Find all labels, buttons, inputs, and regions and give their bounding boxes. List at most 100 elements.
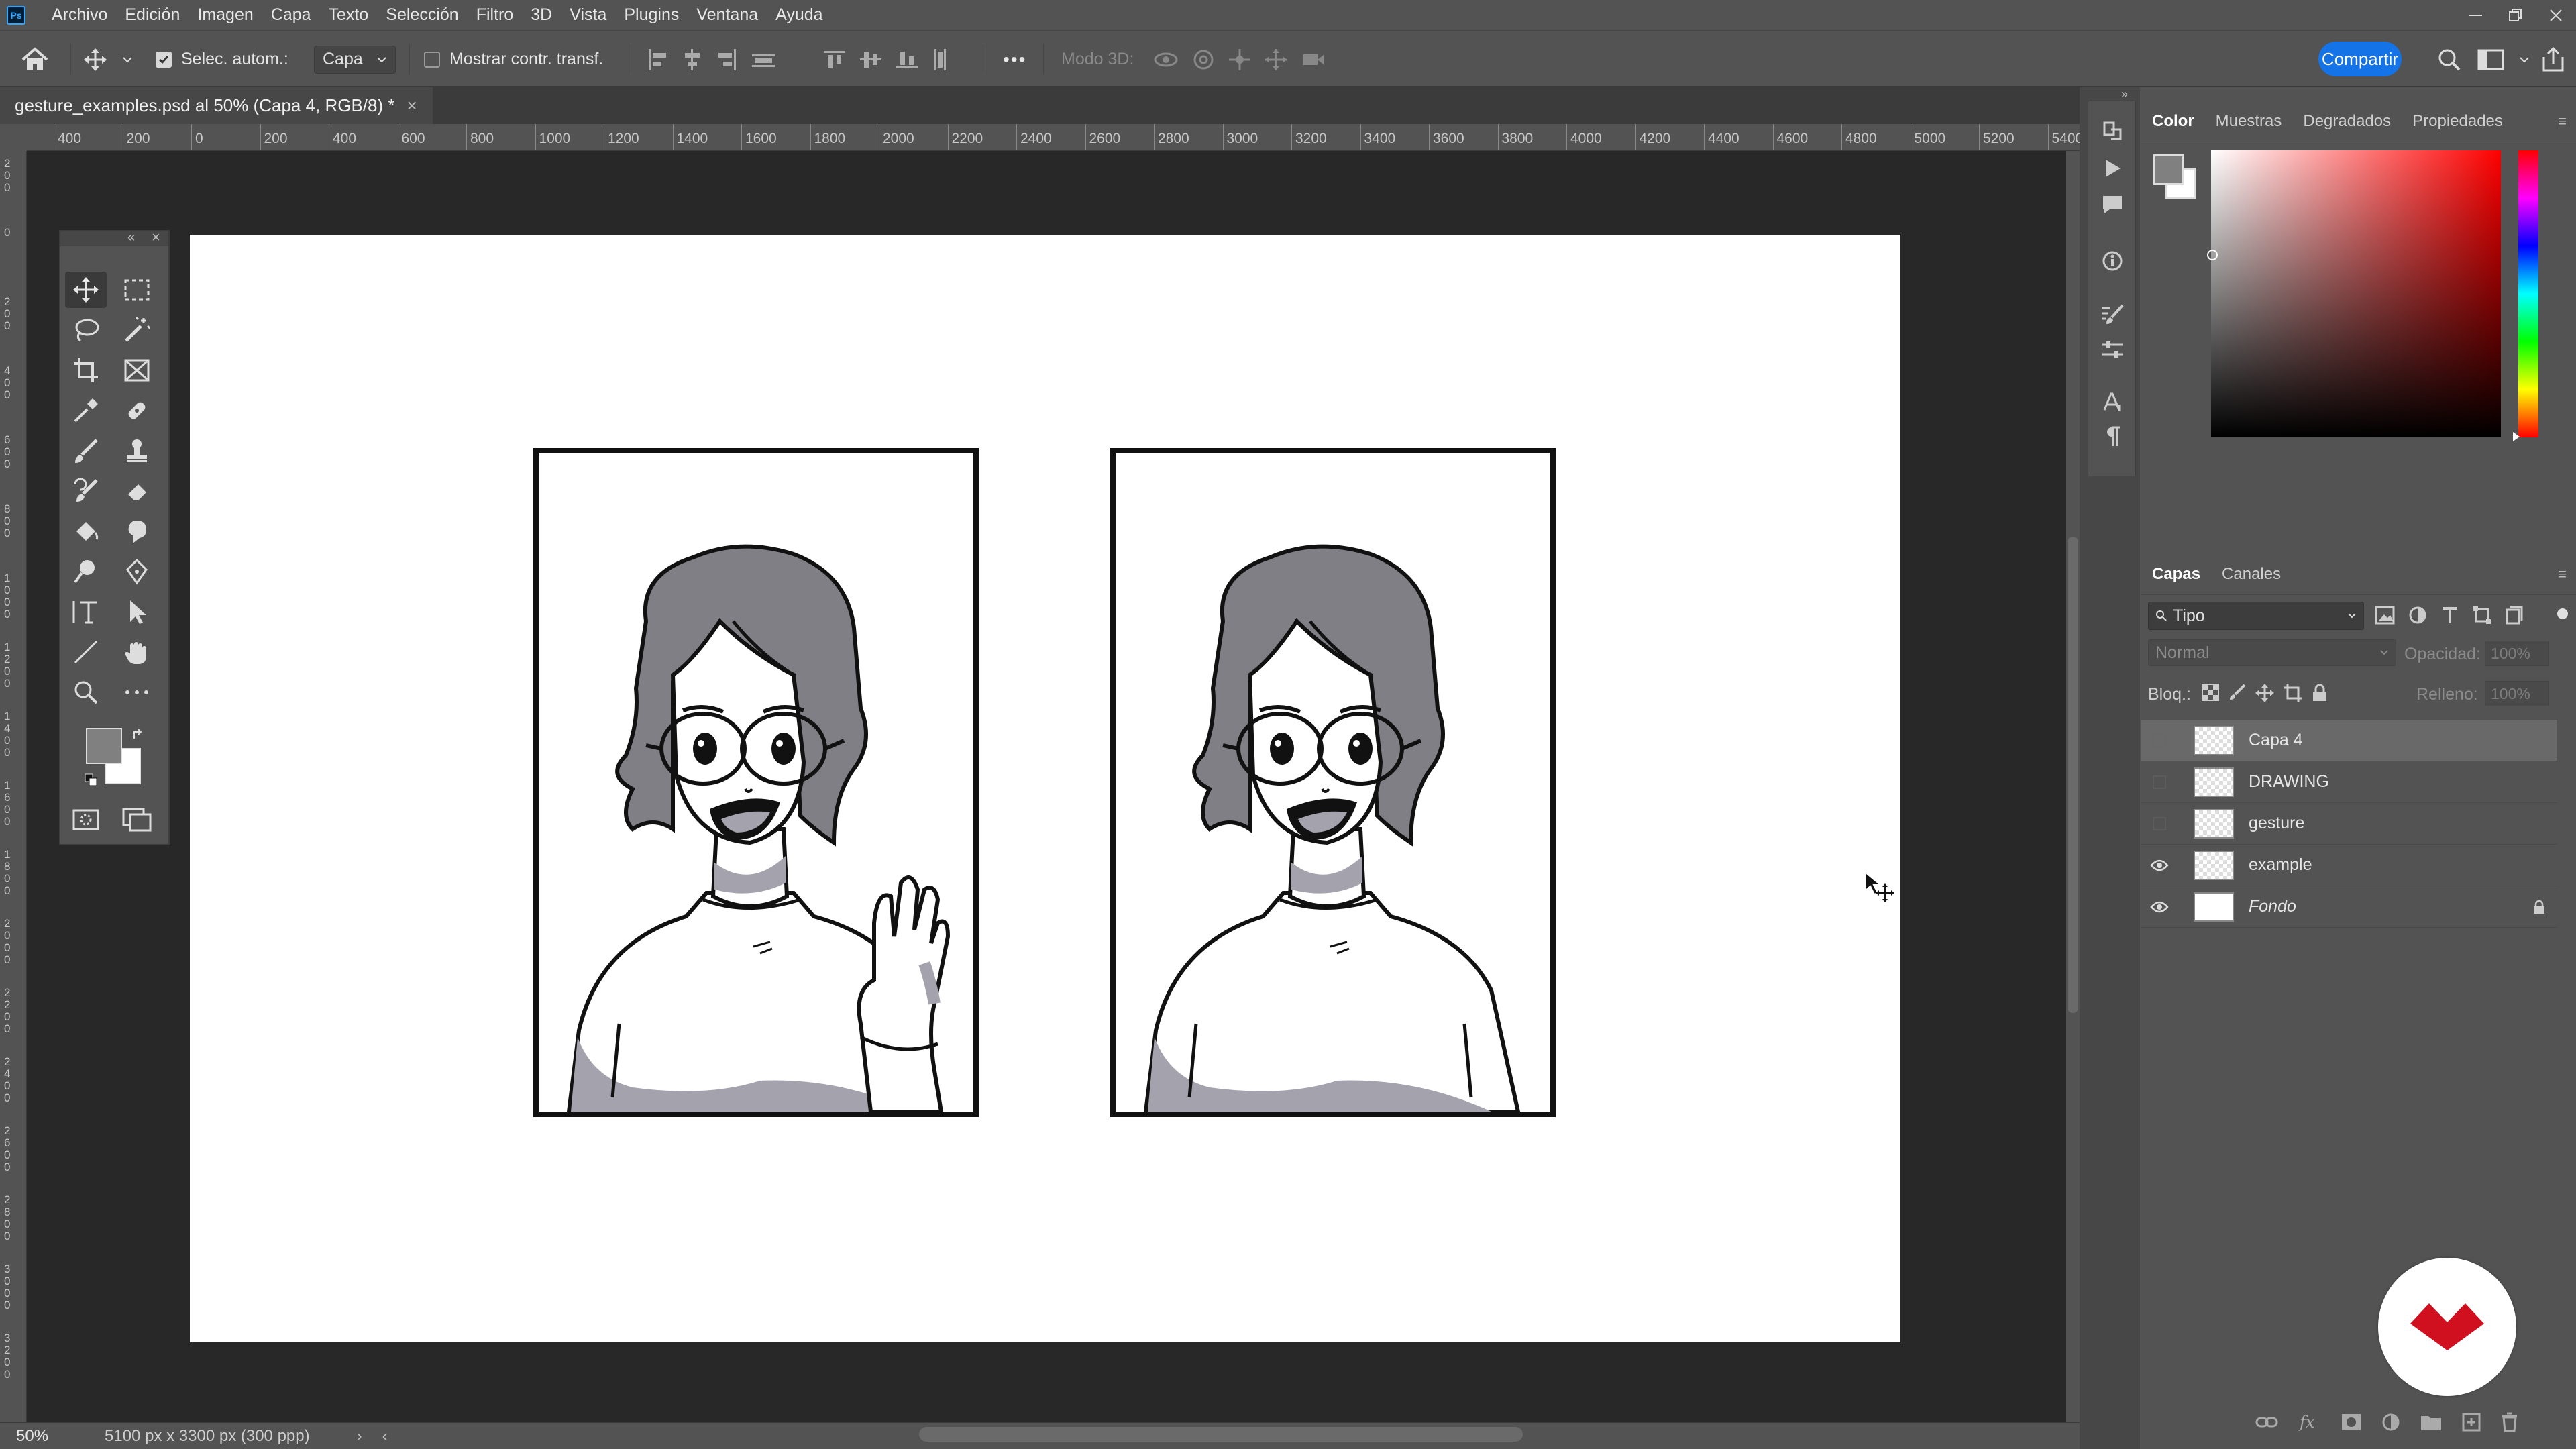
frame-tool-icon[interactable] — [116, 352, 158, 388]
clone-stamp-tool-icon[interactable] — [116, 433, 158, 469]
eye-hidden-icon[interactable] — [2141, 720, 2178, 761]
vertical-ruler[interactable]: 200 0 200 400 600 800 1000 1200 1400 1600 1800 2000… — [0, 151, 27, 1422]
dodge-tool-icon[interactable] — [65, 553, 107, 590]
path-selection-tool-icon[interactable] — [116, 594, 158, 630]
filter-pixel-icon[interactable] — [2375, 606, 2395, 625]
color-panel-tab[interactable]: Muestras — [2205, 112, 2293, 131]
healing-brush-tool-icon[interactable] — [116, 392, 158, 429]
screen-mode-icon[interactable] — [116, 802, 158, 838]
filter-smart-object-icon[interactable] — [2505, 606, 2524, 625]
align-middle-icon[interactable] — [860, 50, 881, 70]
color-panel-menu-icon[interactable]: ≡ — [2558, 113, 2567, 130]
color-panel-tab[interactable]: Propiedades — [2402, 112, 2514, 131]
hue-slider[interactable] — [2513, 150, 2538, 441]
align-center-h-icon[interactable] — [682, 48, 702, 70]
type-tool-icon[interactable] — [65, 594, 107, 630]
close-tab-button[interactable]: × — [407, 95, 417, 116]
align-top-icon[interactable] — [824, 50, 845, 70]
layer-row[interactable]: gesture — [2141, 803, 2557, 845]
brush-settings-icon[interactable] — [2100, 303, 2125, 327]
foreground-color-swatch-top[interactable] — [86, 728, 122, 764]
lock-artboard-icon[interactable] — [2284, 684, 2302, 702]
scroll-left-icon[interactable]: ‹ — [382, 1427, 388, 1446]
layers-panel-tab[interactable]: Canales — [2211, 565, 2292, 584]
eye-visible-icon[interactable] — [2141, 886, 2178, 928]
tools-panel-header[interactable]: « × — [60, 229, 168, 246]
close-icon[interactable] — [2536, 0, 2576, 30]
minimize-icon[interactable] — [2455, 0, 2496, 30]
filter-type-icon[interactable] — [2440, 606, 2459, 625]
menu-item[interactable]: Edición — [116, 5, 189, 25]
zoom-tool-icon[interactable] — [65, 674, 107, 710]
paint-bucket-tool-icon[interactable] — [65, 513, 107, 549]
align-left-icon[interactable] — [647, 48, 667, 70]
status-expand-icon[interactable]: › — [357, 1427, 362, 1446]
pan-3d-icon[interactable] — [1228, 48, 1252, 72]
layer-row[interactable]: DRAWING — [2141, 761, 2557, 803]
roll-3d-icon[interactable] — [1191, 48, 1216, 72]
move-tool-icon[interactable] — [65, 272, 107, 308]
character-panel-icon[interactable] — [2100, 390, 2125, 414]
smudge-tool-icon[interactable] — [116, 513, 158, 549]
comments-icon[interactable] — [2100, 193, 2125, 217]
show-transform-checkbox[interactable]: Mostrar contr. transf. — [424, 31, 603, 88]
actions-play-icon[interactable] — [2100, 156, 2125, 180]
fill-input[interactable]: 100% — [2485, 681, 2549, 706]
layer-lock-icon[interactable] — [2533, 900, 2545, 914]
new-adjustment-layer-icon[interactable] — [2381, 1413, 2400, 1432]
lasso-tool-icon[interactable] — [65, 312, 107, 348]
new-group-icon[interactable] — [2420, 1413, 2442, 1431]
eye-visible-icon[interactable] — [2141, 845, 2178, 886]
slide-3d-icon[interactable] — [1264, 48, 1288, 72]
menu-item[interactable]: Filtro — [468, 5, 523, 25]
more-options-button[interactable]: ••• — [1003, 31, 1026, 88]
horizontal-ruler[interactable]: 400 200 0 200 400 600 800 1000 1200 1400 1600 1800 2… — [27, 124, 2080, 151]
menu-item[interactable]: 3D — [522, 5, 561, 25]
distribute-vertical-icon[interactable] — [932, 48, 947, 70]
lock-all-icon[interactable] — [2312, 684, 2328, 702]
filter-adjustment-icon[interactable] — [2408, 606, 2427, 625]
hand-tool-icon[interactable] — [116, 634, 158, 670]
layers-panel-tab[interactable]: Capas — [2141, 565, 2211, 584]
eraser-tool-icon[interactable] — [116, 473, 158, 509]
menu-item[interactable]: Ventana — [688, 5, 767, 25]
menu-item[interactable]: Archivo — [43, 5, 116, 25]
move-tool-icon[interactable] — [83, 31, 107, 88]
menu-item[interactable]: Imagen — [189, 5, 262, 25]
adjustments-icon[interactable] — [2100, 337, 2125, 362]
more-tools-icon[interactable] — [116, 674, 158, 710]
magic-wand-tool-icon[interactable] — [116, 312, 158, 348]
eye-hidden-icon[interactable] — [2141, 803, 2178, 845]
layer-filter-dropdown[interactable]: Tipo — [2148, 602, 2364, 630]
info-icon[interactable] — [2100, 249, 2125, 273]
align-right-icon[interactable] — [717, 48, 737, 70]
lock-transparent-icon[interactable] — [2202, 684, 2219, 701]
collapse-dock-icon[interactable]: » — [2121, 87, 2128, 101]
share-button[interactable]: Compartir — [2318, 42, 2402, 76]
zoom-level[interactable]: 50% — [16, 1427, 48, 1446]
layer-row[interactable]: Fondo — [2141, 886, 2557, 928]
document-tab[interactable]: gesture_examples.psd al 50% (Capa 4, RGB… — [0, 87, 433, 124]
menu-item[interactable]: Plugins — [615, 5, 688, 25]
workspace-dropdown-icon[interactable] — [2519, 31, 2530, 88]
menu-item[interactable]: Capa — [262, 5, 320, 25]
pen-tool-icon[interactable] — [116, 553, 158, 590]
color-panel-tab[interactable]: Degradados — [2292, 112, 2402, 131]
menu-item[interactable]: Vista — [561, 5, 615, 25]
delete-layer-icon[interactable] — [2501, 1412, 2518, 1432]
add-mask-icon[interactable] — [2341, 1413, 2361, 1431]
collapse-panel-icon[interactable]: « — [127, 230, 135, 246]
lock-image-pixels-icon[interactable] — [2229, 684, 2246, 701]
default-colors-icon[interactable] — [85, 773, 98, 787]
blend-mode-dropdown[interactable]: Normal — [2148, 639, 2396, 666]
export-icon[interactable] — [2541, 31, 2565, 88]
link-layers-icon[interactable] — [2255, 1415, 2278, 1429]
opacity-input[interactable]: 100% — [2485, 641, 2549, 666]
paragraph-panel-icon[interactable] — [2100, 425, 2125, 449]
tool-preset-dropdown-icon[interactable] — [122, 31, 133, 88]
eyedropper-tool-icon[interactable] — [65, 392, 107, 429]
home-icon[interactable] — [20, 31, 50, 88]
layer-style-fx-icon[interactable]: fx — [2298, 1413, 2321, 1432]
color-field[interactable] — [2207, 150, 2501, 437]
document-size[interactable]: 5100 px x 3300 px (300 ppp) — [105, 1427, 310, 1446]
